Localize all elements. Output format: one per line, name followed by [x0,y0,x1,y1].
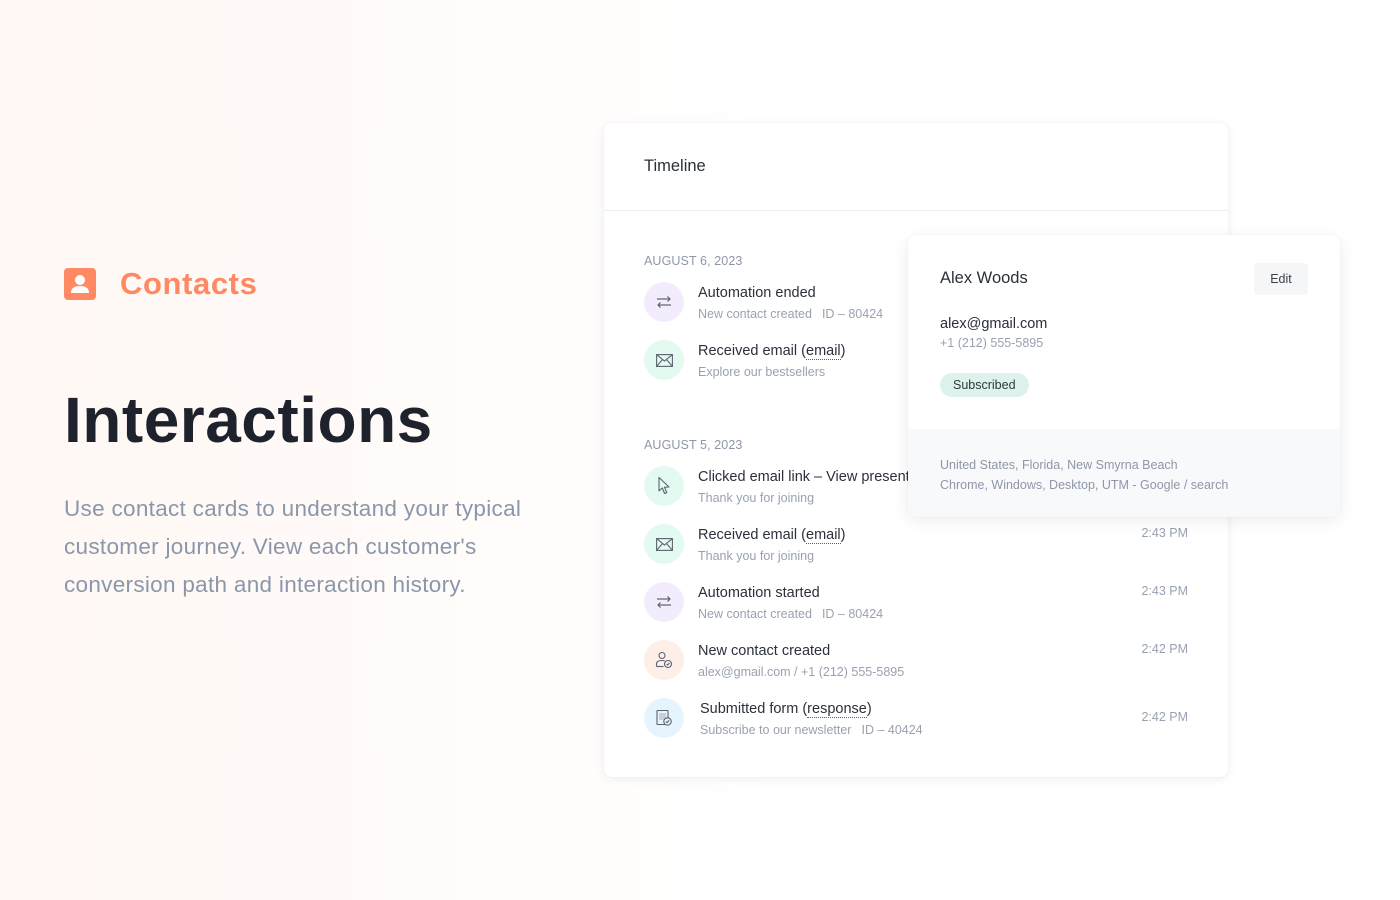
event-title: Automation started [698,585,820,601]
event-title-prefix: Received email ( [698,527,806,543]
event-title: Submitted form (response) [700,700,923,718]
event-id: ID – 80424 [821,307,884,321]
event-title-suffix: ) [840,343,846,359]
event-subtitle: alex@gmail.com / +1 (212) 555-5895 [698,665,905,679]
timeline-event[interactable]: Automation started New contact created ID… [644,582,1188,640]
event-subtitle-text: New contact created [698,307,812,321]
event-title-suffix: ) [840,527,846,543]
envelope-icon [644,340,684,380]
event-id: ID – 40424 [861,723,923,737]
timeline-header: Timeline [604,123,1228,211]
contact-card: Alex Woods Edit alex@gmail.com +1 (212) … [908,235,1340,517]
contact-name: Alex Woods [940,269,1028,287]
brand-label: Contacts [120,266,258,301]
contact-details: Alex Woods Edit alex@gmail.com +1 (212) … [908,235,1340,429]
automation-arrows-icon [644,582,684,622]
event-subtitle-text: New contact created [698,607,812,621]
event-title-prefix: Submitted form ( [700,701,808,717]
event-subtitle: Subscribe to our newsletter ID – 40424 [700,722,923,738]
event-time: 2:43 PM [1141,526,1188,540]
event-title: Received email (email) [698,526,846,544]
email-link[interactable]: email [806,527,841,544]
event-time: 2:42 PM [1141,710,1188,724]
contact-metadata: United States, Florida, New Smyrna Beach… [908,429,1340,517]
event-title-suffix: ) [866,701,872,717]
page-title: Interactions [64,384,433,456]
timeline-event[interactable]: New contact created alex@gmail.com / +1 … [644,640,1188,698]
event-title: New contact created [698,643,831,659]
new-contact-icon [644,640,684,680]
event-title: Automation ended [698,285,816,301]
event-id: ID – 80424 [821,607,884,621]
contact-device: Chrome, Windows, Desktop, UTM - Google /… [940,478,1229,492]
contact-email: alex@gmail.com [940,316,1048,332]
status-badge: Subscribed [940,373,1029,397]
event-subtitle: New contact created ID – 80424 [698,606,883,622]
event-subtitle-text: Subscribe to our newsletter [700,723,852,737]
automation-arrows-icon [644,282,684,322]
event-subtitle: Explore our bestsellers [698,365,826,379]
envelope-icon [644,524,684,564]
hero-section: Contacts Interactions Use contact cards … [64,266,564,604]
contact-location: United States, Florida, New Smyrna Beach [940,458,1178,472]
cursor-pointer-icon [644,466,684,506]
event-subtitle: Thank you for joining [698,491,815,505]
timeline-event[interactable]: Received email (email) Thank you for joi… [644,524,1188,582]
event-subtitle: New contact created ID – 80424 [698,306,883,322]
timeline-title: Timeline [644,157,706,175]
edit-button[interactable]: Edit [1254,263,1308,295]
brand-header: Contacts [64,266,564,302]
event-time: 2:42 PM [1141,642,1188,656]
response-link[interactable]: response [807,701,867,718]
email-link[interactable]: email [806,343,841,360]
event-title-prefix: Received email ( [698,343,806,359]
event-time: 2:43 PM [1141,584,1188,598]
event-title: Clicked email link – View presentation [698,469,942,485]
event-subtitle: Thank you for joining [698,549,815,563]
timeline-event[interactable]: Submitted form (response) Subscribe to o… [644,698,1188,756]
form-submitted-icon [644,698,684,738]
page-description: Use contact cards to understand your typ… [64,496,522,597]
event-title: Received email (email) [698,342,846,360]
contact-card-icon [64,268,96,300]
contact-phone: +1 (212) 555-5895 [940,336,1044,350]
